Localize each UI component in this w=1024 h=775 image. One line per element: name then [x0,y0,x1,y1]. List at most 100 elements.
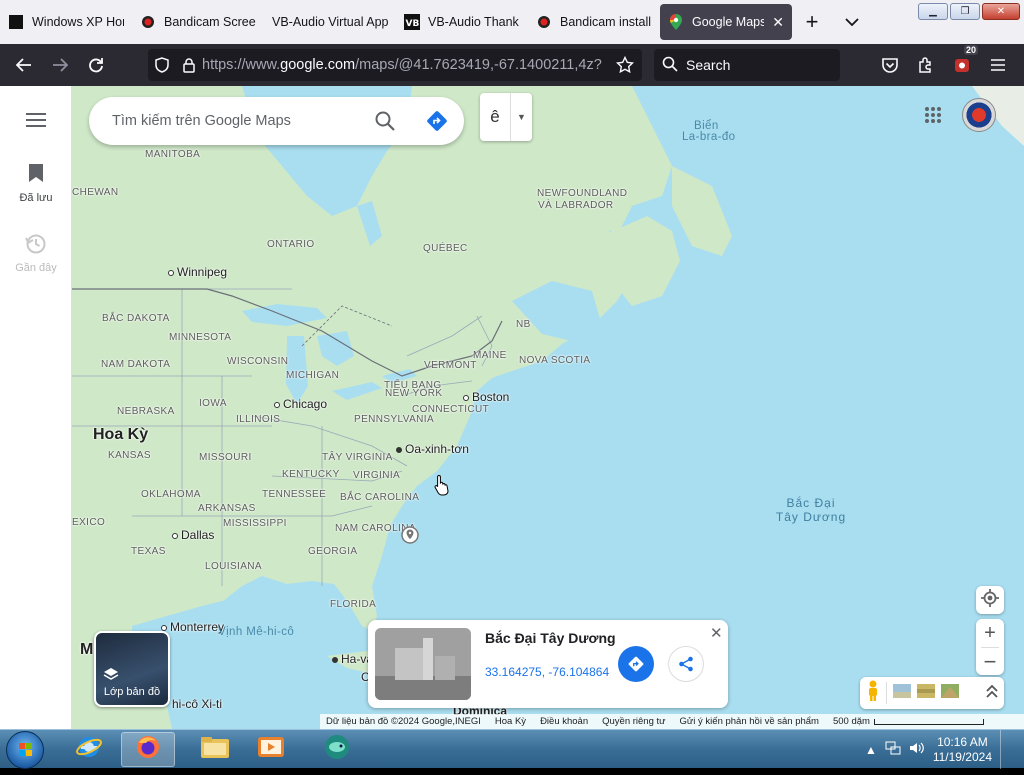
pegman-icon[interactable] [866,680,880,707]
tab-title: VB-Audio Virtual App [272,15,388,29]
close-tab-icon[interactable]: ✕ [772,14,784,31]
google-apps-grid-icon[interactable] [924,106,942,129]
map-label-winnipeg[interactable]: Winnipeg [168,265,227,279]
bandicam-record-icon [140,14,156,30]
imagery-thumbnail-2[interactable] [917,683,935,703]
map-scale[interactable]: 500 dặm [833,716,984,727]
minimize-window-button[interactable]: ▁ [918,3,948,20]
maps-search-box[interactable]: Tìm kiếm trên Google Maps [89,97,464,145]
tracking-protection-shield-icon[interactable] [148,57,176,73]
hamburger-menu-icon[interactable] [980,49,1016,81]
map-label-chicago[interactable]: Chicago [274,397,327,411]
taskbar-internet-explorer[interactable] [62,732,116,767]
main-menu-button[interactable] [0,112,72,131]
url-text[interactable]: https://www.google.com/maps/@41.7623419,… [202,57,602,73]
map-label-mississippi: MISSISSIPPI [223,518,287,529]
tab-google-maps[interactable]: Google Maps ✕ [660,4,792,40]
share-button[interactable] [668,646,704,682]
imagery-thumbnail-1[interactable] [893,683,911,703]
footer-region-link[interactable]: Hoa Kỳ [495,716,526,727]
search-icon[interactable] [375,111,395,136]
my-location-button[interactable] [976,586,1004,614]
taskbar-file-explorer[interactable] [188,732,242,767]
pocket-icon[interactable] [872,49,908,81]
tab-vb-audio-thank[interactable]: VB VB-Audio Thank [396,4,528,40]
map-label-havana[interactable]: Ha-va [332,652,373,666]
footer-feedback-link[interactable]: Gửi ý kiến phản hồi về sản phẩm [680,716,819,727]
lock-icon[interactable] [176,57,202,73]
start-button[interactable] [6,731,44,769]
volume-icon[interactable] [909,740,925,759]
input-tools-button[interactable]: ê ▼ [480,93,532,141]
map-label-monterrey[interactable]: Monterrey [161,620,224,634]
tab-bandicam-install[interactable]: Bandicam install [528,4,660,40]
map-label-kentucky: KENTUCKY [282,469,340,480]
show-desktop-button[interactable] [1000,730,1010,769]
map-label-vermont: VERMONT [424,360,477,371]
tab-title: Windows XP Hor [32,15,124,29]
place-coordinates[interactable]: 33.164275, -76.104864 [485,665,609,679]
url-bar[interactable]: https://www.google.com/maps/@41.7623419,… [148,49,642,81]
footer-terms-link[interactable]: Điều khoản [540,716,588,727]
list-all-tabs-icon[interactable] [832,4,872,40]
map-label-boston[interactable]: Boston [463,390,509,404]
map-label-newfoundland: NEWFOUNDLAND [537,188,628,199]
map-label-labrador-sea-2: La-bra-đo [682,131,736,143]
my-location-icon [981,588,999,612]
city-name: Dallas [181,528,215,542]
account-avatar[interactable] [962,98,996,132]
taskbar-firefox[interactable] [121,732,175,767]
back-button[interactable] [6,49,42,81]
extensions-puzzle-icon[interactable] [908,49,944,81]
tab-vb-audio-virtual[interactable]: VB-Audio Virtual App [264,4,396,40]
place-info-card[interactable]: Bắc Đại Tây Dương 33.164275, -76.104864 … [368,620,728,708]
place-photo-thumbnail[interactable] [375,628,471,700]
map-label-illinois: ILLINOIS [236,414,281,425]
map-label-virginia: VIRGINIA [353,470,401,481]
map-layers-button[interactable]: Lớp bản đồ [94,631,170,707]
forward-button[interactable] [42,49,78,81]
taskbar-media-player[interactable] [244,732,298,767]
tab-windows-xp[interactable]: Windows XP Hor [0,4,132,40]
taskbar-clock[interactable]: 10:16 AM 11/19/2024 [933,735,992,765]
taskbar-app-fish[interactable] [310,732,364,767]
scale-bar [873,718,984,725]
zoom-out-button[interactable]: − [984,648,997,675]
map-label-iowa: IOWA [199,398,227,409]
network-icon[interactable] [885,740,901,759]
directions-icon[interactable] [425,109,449,138]
reload-button[interactable] [78,49,114,81]
city-marker-icon [161,624,167,631]
city-name: Monterrey [170,620,225,634]
layers-label: Lớp bản đồ [103,686,161,698]
capital-marker-icon [396,446,402,453]
footer-privacy-link[interactable]: Quyền riêng tư [602,716,665,727]
map-label-missouri: MISSOURI [199,452,252,463]
sidebar-item-saved[interactable]: Đã lưu [0,163,72,204]
map-label-louisiana: LOUISIANA [205,561,262,572]
map-label-oklahoma: OKLAHOMA [141,489,201,500]
map-label-mexico-city[interactable]: hi-cô Xi-ti [172,697,222,711]
map-label-saskatchewan: CHEWAN [72,187,119,198]
maps-search-input[interactable]: Tìm kiếm trên Google Maps [112,113,372,129]
web-search-field[interactable]: Search [654,49,840,81]
dropped-pin-icon[interactable] [400,525,420,550]
close-card-icon[interactable]: ✕ [710,624,723,642]
zoom-in-button[interactable]: + [984,619,996,647]
dropdown-caret-icon[interactable]: ▼ [510,93,532,141]
map-label-washington[interactable]: Oa-xinh-tơn [396,442,469,456]
map-label-dallas[interactable]: Dallas [172,528,214,542]
google-maps-pin-icon [668,14,684,30]
bookmark-star-icon[interactable] [615,55,635,78]
map-label-nova-scotia: NOVA SCOTIA [519,355,591,366]
place-directions-button[interactable] [618,646,654,682]
tab-bandicam-screen[interactable]: Bandicam Screer [132,4,264,40]
imagery-thumbnail-3[interactable] [941,683,959,703]
sidebar-item-recent[interactable]: Gần đây [0,233,72,274]
close-window-button[interactable]: ✕ [982,3,1020,20]
restore-window-button[interactable]: ❐ [950,3,980,20]
show-hidden-icons-icon[interactable]: ▲ [865,743,877,757]
expand-chevron-up-icon[interactable] [986,684,998,703]
addon-badge-icon[interactable]: 20 [944,45,980,81]
new-tab-button[interactable]: + [792,4,832,40]
